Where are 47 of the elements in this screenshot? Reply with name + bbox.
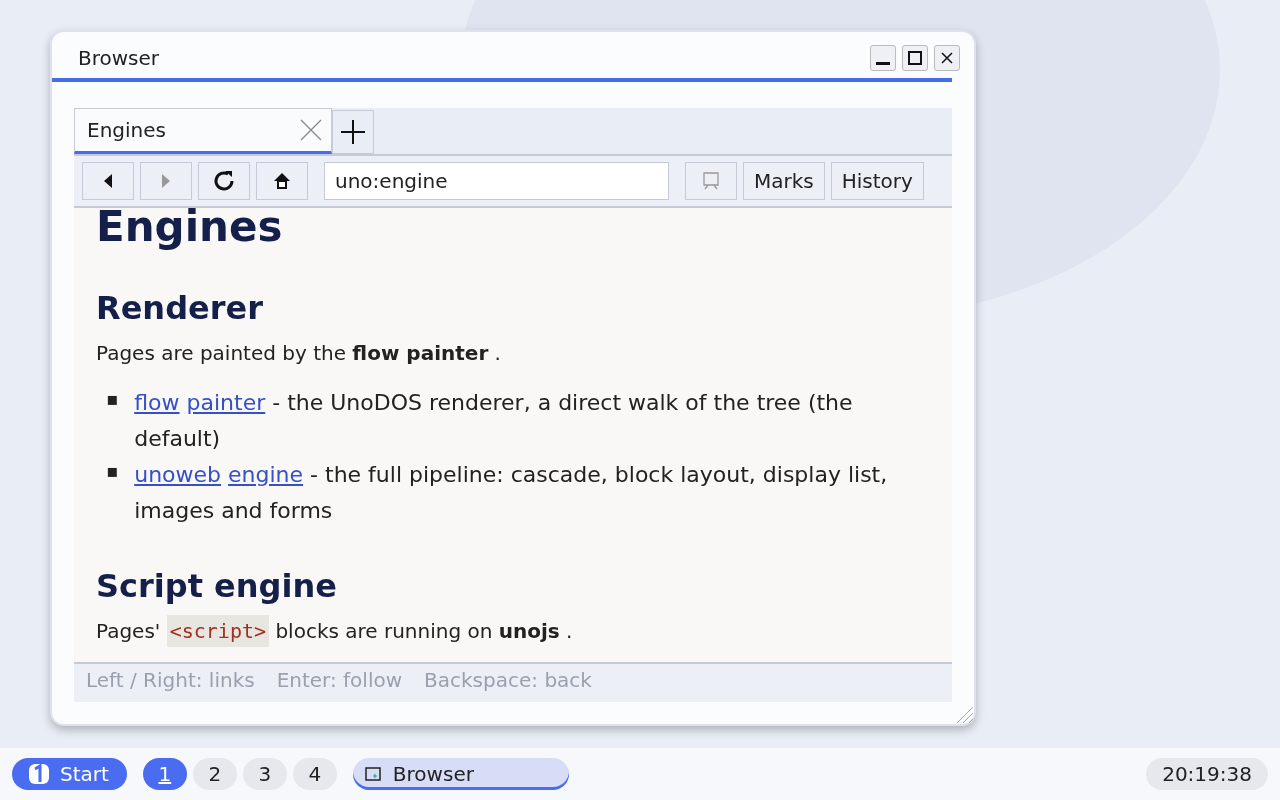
forward-arrow-icon	[160, 173, 172, 189]
minimize-icon	[876, 61, 890, 65]
browser-tab[interactable]: Engines	[74, 108, 332, 154]
list-item: flow painter - the UnoDOS renderer, a direct walk of the tree (the default)	[134, 389, 854, 453]
back-button[interactable]	[82, 162, 134, 200]
minimize-button[interactable]	[870, 45, 896, 71]
home-icon	[273, 172, 291, 190]
home-button[interactable]	[256, 162, 308, 200]
task-button[interactable]: Browser	[352, 758, 569, 790]
workspace-button[interactable]: 2	[192, 758, 237, 790]
status-hint: Backspace: back	[424, 668, 592, 694]
new-tab-button[interactable]	[332, 110, 374, 154]
list-marker: ▪	[106, 459, 119, 483]
list-item: unoweb engine - the full pipeline: cascade, block layout, display list, images and forms	[134, 461, 889, 525]
maximize-icon	[907, 50, 923, 66]
status-hint: Left / Right: links	[86, 668, 255, 694]
back-arrow-icon	[102, 173, 114, 189]
toolbar-button[interactable]: Marks	[743, 162, 825, 200]
workspace-button[interactable]: 3	[242, 758, 287, 790]
bookmark-icon	[702, 172, 720, 190]
start-button[interactable]: Start	[12, 758, 127, 790]
link[interactable]: painter	[186, 390, 266, 415]
plus-icon	[340, 119, 366, 145]
workspace-button[interactable]: 4	[292, 758, 337, 790]
paragraph: Pages are painted by the flow painter .	[96, 341, 502, 365]
address-field[interactable]: uno:engine	[324, 162, 669, 200]
close-icon	[939, 50, 955, 66]
logo-icon	[26, 763, 52, 785]
maximize-button[interactable]	[902, 45, 928, 71]
link[interactable]: unoweb	[134, 462, 222, 487]
link[interactable]: engine	[228, 462, 304, 487]
clock: 20:19:38	[1146, 758, 1268, 790]
reload-icon	[213, 170, 235, 192]
tab-label: Engines	[87, 118, 166, 142]
workspace-button[interactable]: 1	[142, 758, 187, 790]
close-button[interactable]	[934, 45, 960, 71]
reload-button[interactable]	[198, 162, 250, 200]
list-marker: ▪	[106, 387, 119, 411]
page-heading: Engines	[96, 208, 284, 251]
toolbar-button[interactable]: History	[830, 162, 924, 200]
close-icon[interactable]	[299, 118, 323, 142]
link[interactable]: flow	[134, 390, 180, 415]
section-heading: Renderer	[96, 289, 264, 327]
window-icon	[364, 766, 381, 782]
status-hint: Enter: follow	[276, 668, 403, 694]
section-heading: Script engine	[96, 567, 338, 605]
window-title: Browser	[78, 46, 160, 70]
